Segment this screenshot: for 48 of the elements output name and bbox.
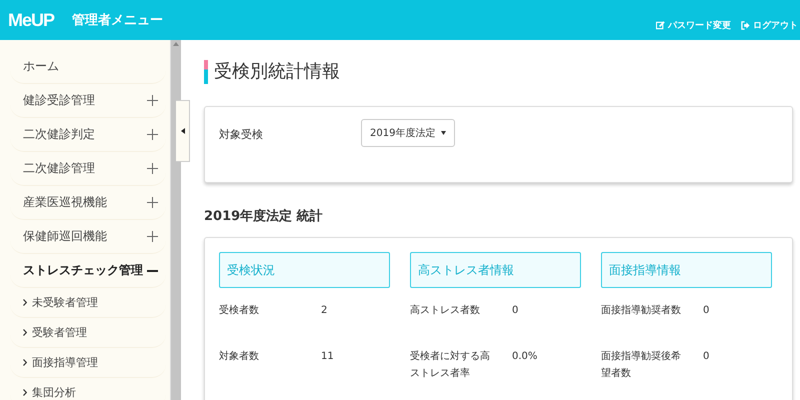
stat-label: 受検者に対する高ストレス者率 xyxy=(410,350,491,381)
header-title: 管理者メニュー xyxy=(72,12,164,29)
sidebar-toggle[interactable] xyxy=(176,100,190,162)
sidebar-subitem[interactable]: 未受験者管理 xyxy=(10,288,166,318)
sidebar-item[interactable]: 産業医巡視機能 xyxy=(10,186,166,220)
stat-label: 面接指導勧奨者数 xyxy=(601,304,682,318)
column-heading: 面接指導情報 xyxy=(601,252,772,288)
edit-icon xyxy=(656,20,665,30)
exam-select[interactable]: 2019年度法定 xyxy=(361,119,456,147)
plus-icon xyxy=(147,231,158,242)
column-heading: 受検状況 xyxy=(219,252,390,288)
sidebar-subitem[interactable]: 面接指導管理 xyxy=(10,348,166,378)
stat-value: 0 xyxy=(703,304,710,318)
logout-icon xyxy=(741,20,750,30)
stat-value: 2 xyxy=(321,304,328,318)
stat-value: 11 xyxy=(321,350,334,364)
section-title: 2019年度法定 統計 xyxy=(204,208,324,225)
sidebar-subitem[interactable]: 集団分析 xyxy=(10,378,166,400)
sidebar-item[interactable]: 保健師巡回機能 xyxy=(10,220,166,254)
filter-label: 対象受検 xyxy=(219,127,264,142)
stat-label: 受検者数 xyxy=(219,304,260,318)
scroll-up-icon[interactable] xyxy=(173,42,179,46)
sidebar-item[interactable]: ホーム xyxy=(10,50,166,84)
dropdown-icon xyxy=(441,131,446,135)
plus-icon xyxy=(147,129,158,140)
minus-icon xyxy=(147,270,158,272)
sidebar-item[interactable]: 二次健診判定 xyxy=(10,118,166,152)
scrollbar[interactable] xyxy=(170,40,181,400)
chevron-icon xyxy=(23,389,27,396)
column-heading: 高ストレス者情報 xyxy=(410,252,581,288)
sidebar-subitem[interactable]: 受験者管理 xyxy=(10,318,166,348)
page-title: 受検別統計情報 xyxy=(204,60,793,84)
stat-value: 0 xyxy=(703,350,710,364)
sidebar-item[interactable]: 健診受診管理 xyxy=(10,84,166,118)
chevron-icon xyxy=(23,329,27,336)
stat-value: 0.0% xyxy=(512,350,538,364)
stat-label: 対象者数 xyxy=(219,350,260,364)
sidebar-item[interactable]: ストレスチェック管理 xyxy=(10,254,166,288)
plus-icon xyxy=(147,197,158,208)
stat-label: 面接指導勧奨後希望者数 xyxy=(601,350,682,381)
sidebar-item[interactable]: 二次健診管理 xyxy=(10,152,166,186)
chevron-icon xyxy=(23,359,27,366)
plus-icon xyxy=(147,163,158,174)
plus-icon xyxy=(147,95,158,106)
stat-value: 0 xyxy=(512,304,518,318)
chevron-icon xyxy=(23,299,27,306)
stat-label: 高ストレス者数 xyxy=(410,304,481,318)
logo: MeUP xyxy=(8,10,54,30)
